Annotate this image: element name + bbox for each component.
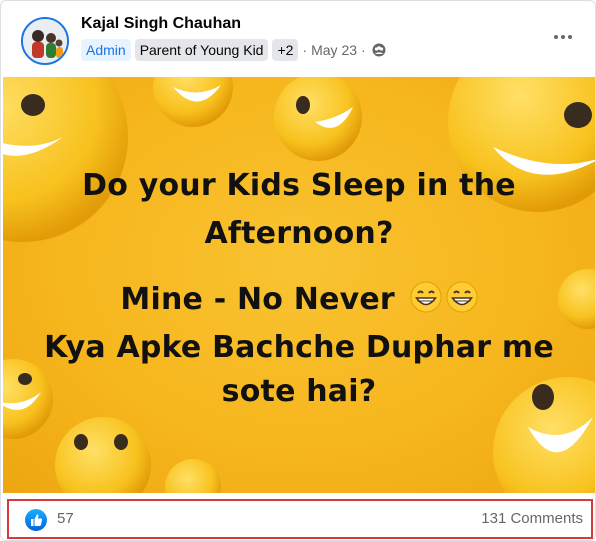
- separator: ·: [302, 42, 308, 58]
- like-count[interactable]: 57: [57, 510, 74, 527]
- question-hindi-line-2: sote hai?: [221, 374, 377, 409]
- post-image[interactable]: Do your Kids Sleep in the Afternoon? Min…: [3, 77, 595, 493]
- answer-text: Mine - No Never: [120, 282, 395, 317]
- reactions-bar: 57 131 Comments: [7, 499, 593, 539]
- headline-line-1: Do your Kids Sleep in the: [82, 168, 516, 203]
- grinning-face-icon: [446, 281, 478, 313]
- post-meta: Admin Parent of Young Kid +2 · May 23 ·: [81, 39, 386, 61]
- group-audience-icon: [372, 43, 386, 57]
- question-hindi-line-1: Kya Apke Bachche Duphar me: [44, 330, 554, 365]
- more-options-icon[interactable]: [545, 23, 581, 51]
- like-thumb-icon[interactable]: [25, 509, 47, 531]
- post-date[interactable]: May 23: [311, 42, 357, 58]
- group-badge[interactable]: Parent of Young Kid: [134, 39, 269, 61]
- post-header: Kajal Singh Chauhan Admin Parent of Youn…: [1, 1, 595, 77]
- answer-line: Mine - No Never: [3, 279, 595, 321]
- grinning-face-icon: [410, 281, 442, 313]
- headline-line-2: Afternoon?: [204, 216, 394, 251]
- post-card: Kajal Singh Chauhan Admin Parent of Youn…: [0, 0, 596, 541]
- author-name[interactable]: Kajal Singh Chauhan: [81, 15, 241, 33]
- admin-badge[interactable]: Admin: [81, 39, 131, 61]
- comments-count-link[interactable]: 131 Comments: [481, 510, 583, 527]
- avatar[interactable]: [21, 17, 69, 65]
- separator: ·: [361, 42, 366, 58]
- more-badges-count[interactable]: +2: [272, 39, 299, 61]
